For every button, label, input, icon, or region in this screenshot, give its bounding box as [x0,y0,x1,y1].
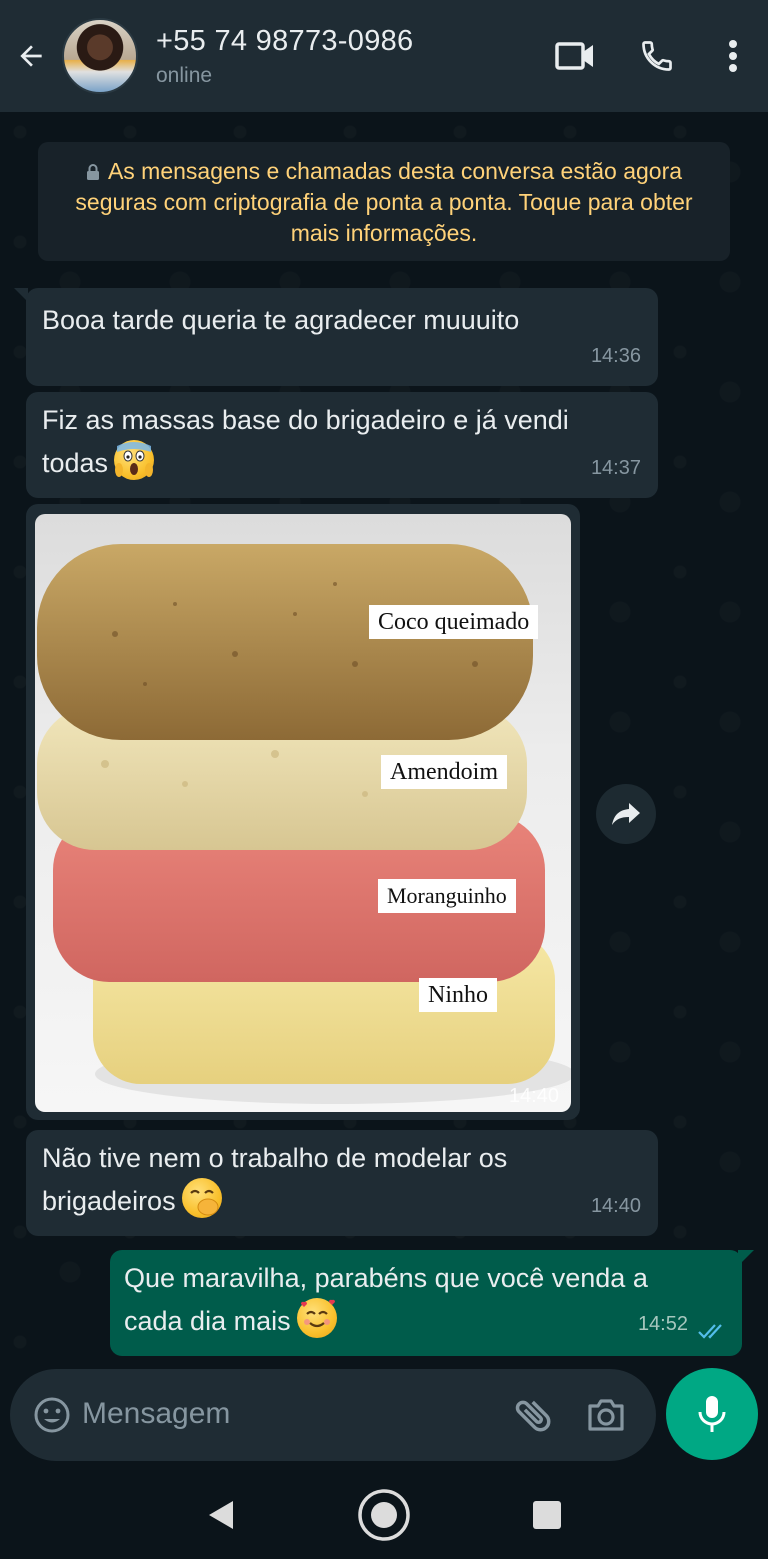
forward-arrow-icon [612,803,640,825]
contact-name: +55 74 98773-0986 [156,24,414,57]
message-text-line-1: Fiz as massas base do brigadeiro e já ve… [42,405,569,435]
face-screaming-in-fear-icon [114,440,155,480]
smiling-face-with-hearts-icon [296,1298,337,1338]
nav-home-icon [358,1488,410,1541]
message-time: 14:52 [637,1313,688,1335]
message-text-line-2: cada dia mais [124,1306,291,1336]
back-arrow-icon [20,45,42,67]
message-text-line-1: Não tive nem o trabalho de modelar os [42,1143,508,1173]
encryption-notice[interactable]: As mensagens e chamadas desta conversa e… [38,142,730,261]
incoming-message[interactable]: Não tive nem o trabalho de modelar os br… [26,1130,658,1236]
encryption-notice-text: As mensagens e chamadas desta conversa e… [75,158,693,246]
video-call-icon [555,42,593,70]
flavor-label: Coco queimado [369,605,539,639]
attach-icon[interactable] [512,1393,556,1437]
read-receipt-icon [698,1324,722,1339]
nav-recents-icon [532,1500,561,1529]
message-input[interactable]: Mensagem [82,1397,230,1431]
message-composer[interactable]: Mensagem [10,1369,656,1461]
incoming-message[interactable]: Booa tarde queria te agradecer muuuito 1… [26,288,658,386]
message-time: 14:40 [590,1195,641,1217]
lock-icon [86,164,99,180]
more-options-button[interactable] [698,0,768,112]
nav-recents-button[interactable] [517,1485,577,1545]
back-button[interactable] [0,0,62,112]
nav-back-button[interactable] [191,1485,251,1545]
face-with-hand-over-mouth-icon [181,1178,222,1218]
brigadeiro-dough-photo [37,544,571,1104]
camera-icon[interactable] [584,1393,628,1437]
video-call-button[interactable] [534,0,616,112]
message-time: 14:37 [590,457,641,479]
voice-call-icon [642,41,672,71]
message-photo[interactable]: Coco queimado Amendoim Moranguinho Ninho… [35,514,571,1112]
message-text-line-1: Que maravilha, parabéns que você venda a [124,1263,648,1293]
flavor-label: Ninho [419,978,497,1012]
flavor-label: Amendoim [381,755,507,789]
message-time: 14:36 [590,345,641,367]
incoming-message[interactable]: Fiz as massas base do brigadeiro e já ve… [26,392,658,498]
incoming-image-message[interactable]: Coco queimado Amendoim Moranguinho Ninho… [26,504,580,1120]
contact-avatar[interactable] [62,18,138,94]
outgoing-message[interactable]: Que maravilha, parabéns que você venda a… [110,1250,742,1356]
message-time: 14:40 [508,1085,559,1107]
message-text-line-2: todas [42,448,109,478]
system-navigation-bar [0,1470,768,1559]
nav-back-icon [209,1500,234,1529]
message-text-line-2: brigadeiros [42,1186,176,1216]
emoji-icon[interactable] [32,1395,72,1435]
forward-button[interactable] [596,784,656,844]
contact-status: online [156,63,213,87]
chat-area[interactable]: As mensagens e chamadas desta conversa e… [0,112,768,1359]
nav-home-button[interactable] [354,1485,414,1545]
message-text: Booa tarde queria te agradecer muuuito [42,305,520,335]
more-options-icon [729,40,737,72]
microphone-icon [698,1396,726,1432]
chat-header: +55 74 98773-0986 online [0,0,768,112]
voice-call-button[interactable] [616,0,698,112]
flavor-label: Moranguinho [378,879,516,913]
contact-info[interactable]: +55 74 98773-0986 online [156,25,413,88]
voice-message-button[interactable] [666,1368,758,1460]
